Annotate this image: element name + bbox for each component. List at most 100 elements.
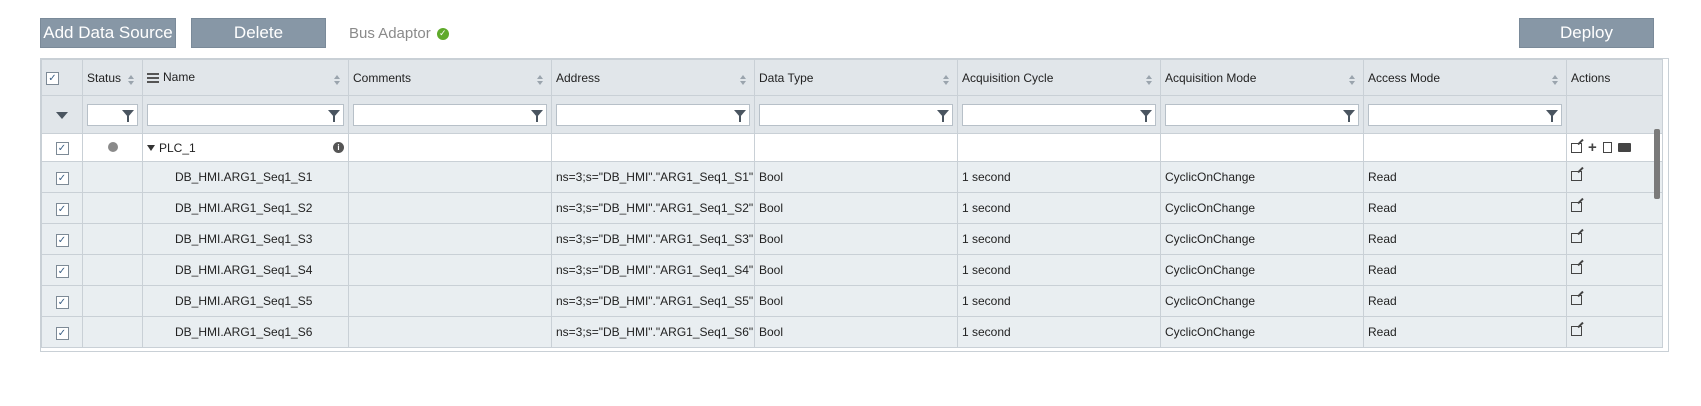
status-cell [82, 316, 143, 348]
acquisition-mode-cell: CyclicOnChange [1160, 161, 1364, 193]
col-acquisition-mode[interactable]: Acquisition Mode [1160, 59, 1364, 96]
sort-icon[interactable] [128, 72, 134, 88]
sort-icon[interactable] [1552, 72, 1558, 88]
address-cell: ns=3;s="DB_HMI"."ARG1_Seq1_S6" [551, 316, 755, 348]
col-status[interactable]: Status [82, 59, 143, 96]
col-status-label: Status [87, 70, 122, 85]
row-checkbox[interactable]: ✓ [55, 326, 69, 340]
acquisition-cycle-filter-input[interactable] [962, 103, 1156, 126]
row-checkbox[interactable]: ✓ [55, 264, 69, 278]
sort-icon[interactable] [1349, 72, 1355, 88]
data-source-grid: ✓ Status Name Comments Address Data Type… [40, 58, 1669, 352]
edit-icon[interactable] [1571, 264, 1582, 274]
col-actions: Actions [1566, 59, 1663, 96]
status-cell [82, 192, 143, 224]
filter-icon[interactable] [734, 109, 746, 122]
filter-icon[interactable] [122, 109, 134, 122]
filter-icon[interactable] [937, 109, 949, 122]
add-icon[interactable]: + [1588, 140, 1597, 155]
folder-icon[interactable] [1617, 143, 1631, 152]
acquisition-mode-filter-input[interactable] [1165, 103, 1359, 126]
table-row[interactable]: ✓ DB_HMI.ARG1_Seq1_S1 ns=3;s="DB_HMI"."ARG… [41, 161, 1663, 193]
table-row[interactable]: ✓ DB_HMI.ARG1_Seq1_S2 ns=3;s="DB_HMI"."ARG… [41, 192, 1663, 224]
group-name: PLC_1 [159, 140, 196, 155]
table-row[interactable]: ✓ DB_HMI.ARG1_Seq1_S6 ns=3;s="DB_HMI"."ARG… [41, 316, 1663, 348]
col-comments[interactable]: Comments [348, 59, 552, 96]
edit-icon[interactable] [1571, 202, 1582, 212]
name-cell: DB_HMI.ARG1_Seq1_S2 [142, 192, 349, 224]
col-actions-label: Actions [1571, 70, 1611, 85]
bus-adaptor-label: Bus Adaptor [349, 25, 431, 42]
row-checkbox[interactable]: ✓ [55, 171, 69, 185]
col-data-type-label: Data Type [759, 70, 814, 85]
sort-icon[interactable] [334, 72, 340, 88]
edit-icon[interactable] [1571, 326, 1582, 336]
col-address[interactable]: Address [551, 59, 755, 96]
edit-icon[interactable] [1571, 295, 1582, 305]
deploy-button[interactable]: Deploy [1519, 18, 1654, 48]
comments-filter-input[interactable] [353, 103, 547, 126]
add-data-source-button[interactable]: Add Data Source [40, 18, 176, 48]
acquisition-cycle-cell: 1 second [957, 161, 1161, 193]
filter-icon[interactable] [328, 109, 340, 122]
row-checkbox[interactable]: ✓ [55, 142, 69, 155]
access-mode-filter-input[interactable] [1368, 103, 1562, 126]
clear-filter-icon[interactable] [56, 111, 68, 119]
col-name[interactable]: Name [142, 59, 349, 96]
access-mode-cell: Read [1363, 285, 1567, 317]
row-checkbox[interactable]: ✓ [55, 295, 69, 309]
name-cell: DB_HMI.ARG1_Seq1_S3 [142, 223, 349, 255]
edit-icon[interactable] [1571, 142, 1582, 153]
filter-icon[interactable] [1546, 109, 1558, 122]
col-acquisition-mode-label: Acquisition Mode [1165, 70, 1257, 85]
import-file-icon[interactable] [1602, 142, 1612, 153]
header-row: ✓ Status Name Comments Address Data Type… [41, 59, 1663, 96]
acquisition-cycle-cell: 1 second [957, 223, 1161, 255]
table-row[interactable]: ✓ DB_HMI.ARG1_Seq1_S3 ns=3;s="DB_HMI"."ARG… [41, 223, 1663, 255]
name-filter-input[interactable] [147, 103, 344, 126]
delete-button[interactable]: Delete [191, 18, 326, 48]
vertical-scrollbar[interactable] [1654, 129, 1660, 199]
col-acquisition-cycle-label: Acquisition Cycle [962, 70, 1054, 85]
data-type-cell: Bool [754, 254, 958, 286]
address-cell: ns=3;s="DB_HMI"."ARG1_Seq1_S5" [551, 285, 755, 317]
access-mode-cell: Read [1363, 254, 1567, 286]
access-mode-cell: Read [1363, 316, 1567, 348]
sort-icon[interactable] [740, 72, 746, 88]
sort-icon[interactable] [943, 72, 949, 88]
col-address-label: Address [556, 70, 601, 85]
select-all-checkbox[interactable]: ✓ [46, 72, 59, 85]
acquisition-mode-cell: CyclicOnChange [1160, 285, 1364, 317]
name-cell: DB_HMI.ARG1_Seq1_S5 [142, 285, 349, 317]
info-icon[interactable]: i [333, 141, 344, 153]
acquisition-cycle-cell: 1 second [957, 254, 1161, 286]
address-filter-input[interactable] [556, 103, 750, 126]
filter-icon[interactable] [531, 109, 543, 122]
sort-icon[interactable] [537, 72, 543, 88]
status-dot-icon [107, 141, 118, 152]
row-checkbox[interactable]: ✓ [55, 202, 69, 216]
access-mode-cell: Read [1363, 192, 1567, 224]
table-row[interactable]: ✓ DB_HMI.ARG1_Seq1_S5 ns=3;s="DB_HMI"."ARG… [41, 285, 1663, 317]
address-cell: ns=3;s="DB_HMI"."ARG1_Seq1_S4" [551, 254, 755, 286]
name-cell: DB_HMI.ARG1_Seq1_S1 [142, 161, 349, 193]
edit-icon[interactable] [1571, 233, 1582, 243]
expand-caret-icon[interactable] [147, 145, 155, 152]
edit-icon[interactable] [1571, 171, 1582, 181]
filter-icon[interactable] [1140, 109, 1152, 122]
comments-cell [348, 223, 552, 255]
data-type-filter-input[interactable] [759, 103, 953, 126]
status-filter-input[interactable] [87, 103, 138, 126]
filter-icon[interactable] [1343, 109, 1355, 122]
group-row-plc[interactable]: ✓ PLC_1 i + [41, 133, 1663, 162]
select-all-cell: ✓ [41, 59, 83, 96]
name-cell: DB_HMI.ARG1_Seq1_S4 [142, 254, 349, 286]
col-data-type[interactable]: Data Type [754, 59, 958, 96]
row-checkbox[interactable]: ✓ [55, 233, 69, 247]
col-acquisition-cycle[interactable]: Acquisition Cycle [957, 59, 1161, 96]
comments-cell [348, 192, 552, 224]
sort-icon[interactable] [1146, 72, 1152, 88]
table-row[interactable]: ✓ DB_HMI.ARG1_Seq1_S4 ns=3;s="DB_HMI"."ARG… [41, 254, 1663, 286]
col-access-mode[interactable]: Access Mode [1363, 59, 1567, 96]
acquisition-cycle-cell: 1 second [957, 285, 1161, 317]
